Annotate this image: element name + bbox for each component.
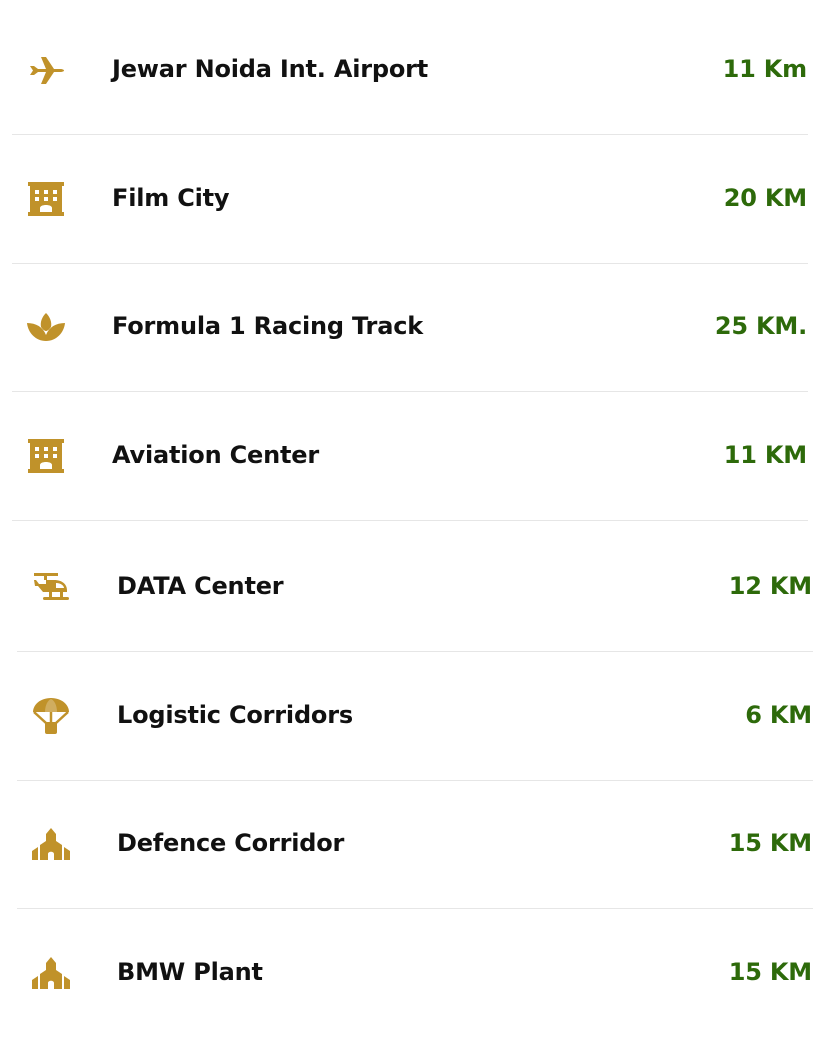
place-distance: 15 KM	[728, 829, 812, 857]
place-of-worship-icon	[31, 953, 71, 993]
place-name: Aviation Center	[112, 441, 319, 469]
list-item: Defence Corridor 15 KM	[0, 814, 840, 874]
place-name: Defence Corridor	[117, 829, 345, 857]
place-name: BMW Plant	[117, 958, 263, 986]
spa-icon	[26, 307, 66, 347]
helicopter-icon	[31, 567, 71, 607]
list-item: Formula 1 Racing Track 25 KM.	[0, 297, 840, 357]
place-distance: 12 KM	[728, 572, 812, 600]
list-item: Jewar Noida Int. Airport 11 Km	[0, 40, 840, 100]
list-item: Aviation Center 11 KM	[0, 426, 840, 486]
plane-icon	[26, 50, 66, 90]
divider	[12, 520, 808, 521]
divider	[12, 263, 808, 264]
place-distance: 15 KM	[728, 958, 812, 986]
place-distance: 11 KM	[723, 441, 807, 469]
building-icon	[26, 436, 66, 476]
place-name: Formula 1 Racing Track	[112, 312, 423, 340]
place-distance: 25 KM.	[714, 312, 807, 340]
list-item: BMW Plant 15 KM	[0, 943, 840, 1003]
list-item: Film City 20 KM	[0, 169, 840, 229]
divider	[17, 651, 813, 652]
place-name: Logistic Corridors	[117, 701, 353, 729]
place-name: DATA Center	[117, 572, 284, 600]
place-distance: 6 KM	[745, 701, 812, 729]
building-icon	[26, 179, 66, 219]
divider	[12, 134, 808, 135]
place-name: Film City	[112, 184, 230, 212]
place-distance: 20 KM	[723, 184, 807, 212]
divider	[12, 391, 808, 392]
list-item: DATA Center 12 KM	[0, 557, 840, 617]
list-item: Logistic Corridors 6 KM	[0, 686, 840, 746]
parachute-box-icon	[31, 696, 71, 736]
place-of-worship-icon	[31, 824, 71, 864]
divider	[17, 780, 813, 781]
divider	[17, 908, 813, 909]
place-name: Jewar Noida Int. Airport	[112, 55, 429, 83]
place-distance: 11 Km	[722, 55, 808, 83]
